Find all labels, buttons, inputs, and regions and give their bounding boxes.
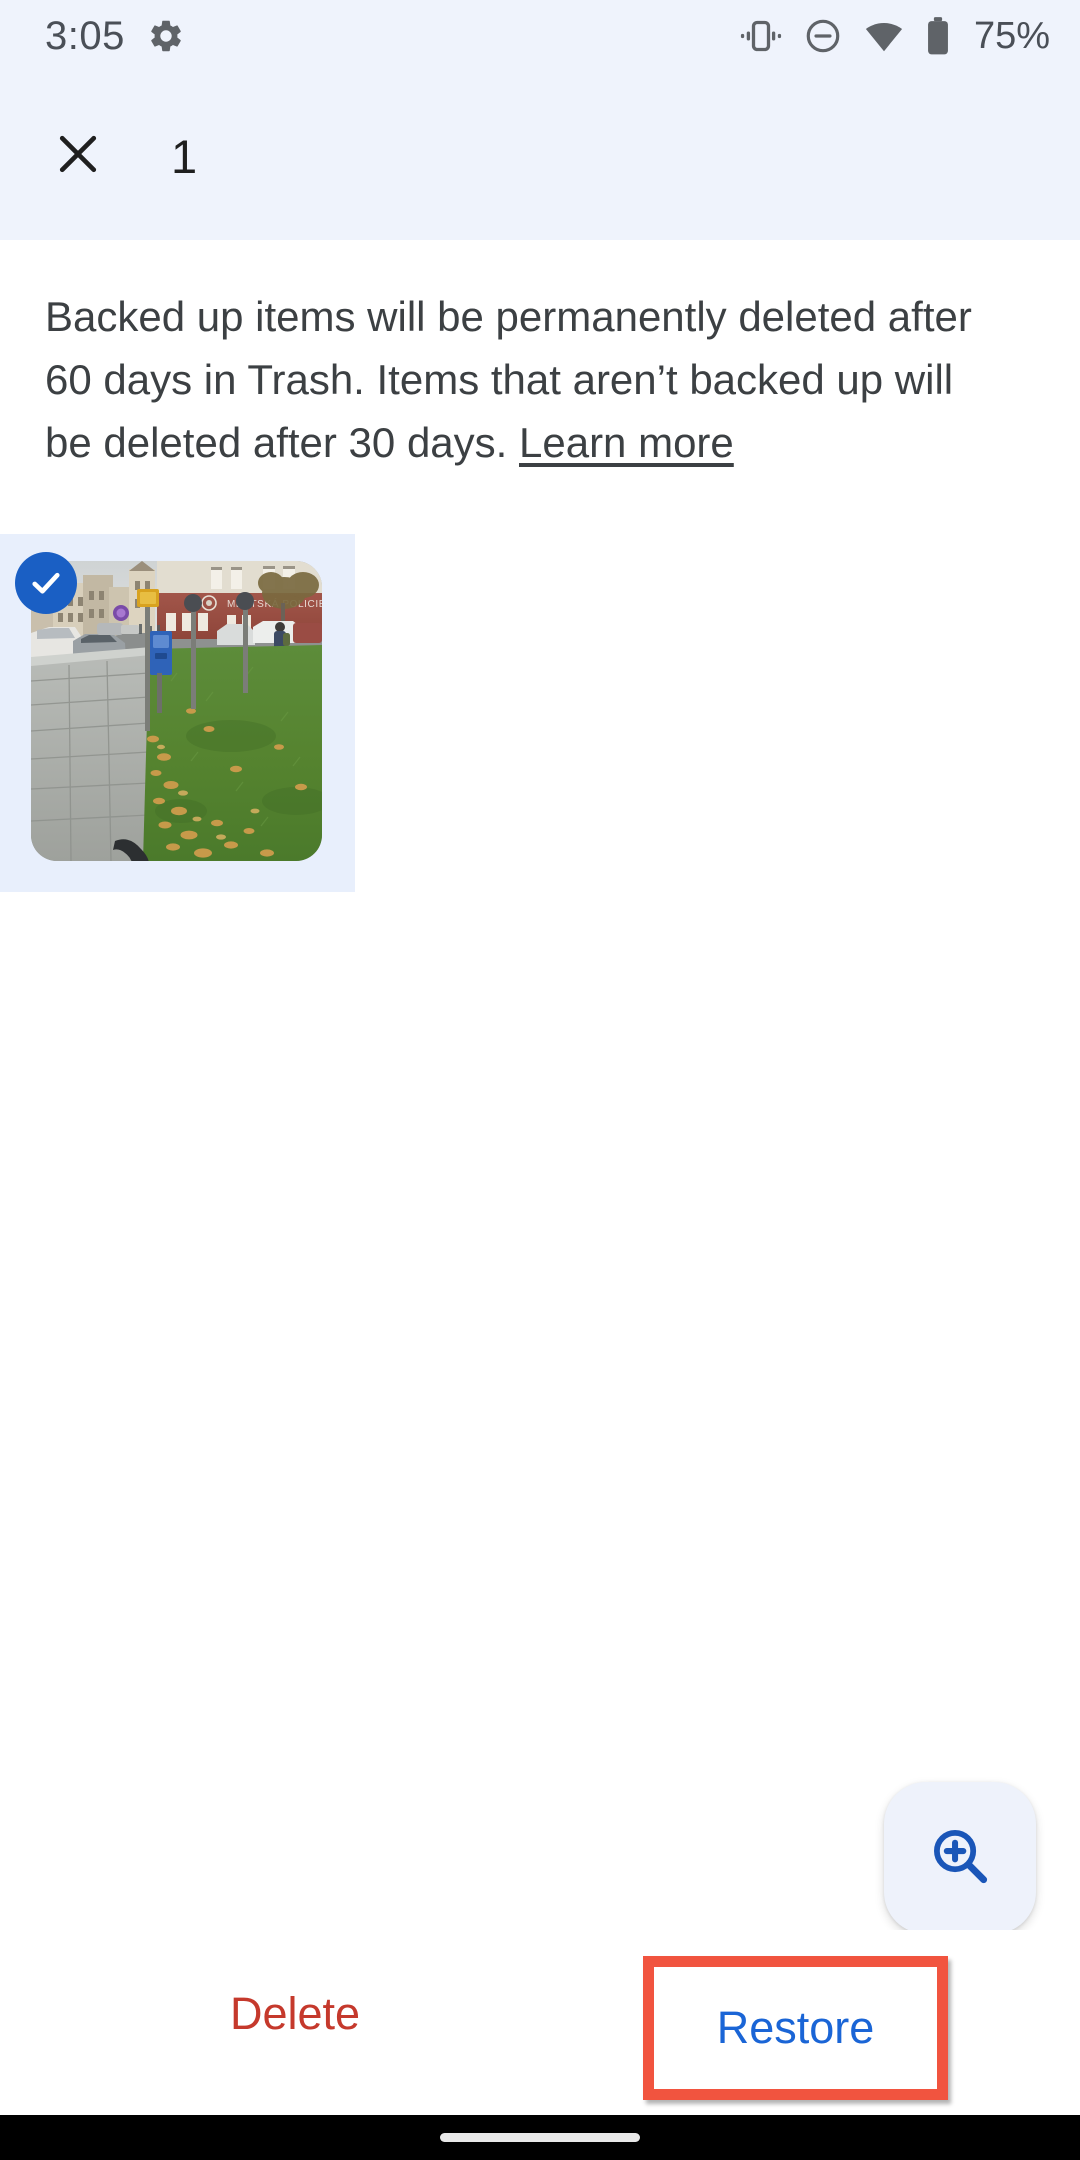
do-not-disturb-icon bbox=[804, 17, 842, 55]
close-icon bbox=[51, 127, 105, 186]
wifi-icon bbox=[864, 20, 904, 52]
bottom-action-bar: Delete Restore bbox=[0, 1930, 1080, 2115]
vibrate-icon bbox=[740, 19, 782, 53]
status-bar-left: 3:05 bbox=[45, 16, 185, 56]
battery-icon bbox=[926, 17, 950, 55]
gear-icon bbox=[147, 17, 185, 55]
notice-text: Backed up items will be permanently dele… bbox=[45, 293, 972, 466]
phone-screen: 3:05 75% 1 Backed up items will be perma… bbox=[0, 0, 1080, 2160]
photo-thumbnail[interactable]: MĚSTSKÁ POLICIE bbox=[31, 561, 322, 861]
selection-count-label: 1 bbox=[171, 129, 198, 183]
status-bar-right: 75% bbox=[740, 17, 1050, 55]
battery-percent-label: 75% bbox=[973, 15, 1050, 57]
learn-more-link[interactable]: Learn more bbox=[519, 419, 734, 466]
status-time: 3:05 bbox=[45, 14, 125, 58]
delete-button[interactable]: Delete bbox=[180, 1972, 410, 2056]
photo-thumbnail-artwork: MĚSTSKÁ POLICIE bbox=[31, 561, 322, 861]
trash-retention-notice: Backed up items will be permanently dele… bbox=[45, 285, 995, 474]
system-navigation-bar bbox=[0, 2115, 1080, 2160]
check-icon[interactable] bbox=[15, 552, 77, 614]
zoom-in-fab[interactable] bbox=[884, 1782, 1036, 1934]
restore-button[interactable]: Restore bbox=[654, 1967, 937, 2089]
selection-app-bar: 1 bbox=[0, 72, 1080, 240]
status-bar: 3:05 75% bbox=[0, 0, 1080, 72]
zoom-in-icon bbox=[927, 1823, 993, 1894]
gesture-home-pill[interactable] bbox=[440, 2133, 640, 2142]
selected-photo-tile[interactable]: MĚSTSKÁ POLICIE bbox=[0, 534, 355, 892]
restore-button-highlight: Restore bbox=[643, 1956, 948, 2100]
close-selection-button[interactable] bbox=[30, 108, 126, 204]
